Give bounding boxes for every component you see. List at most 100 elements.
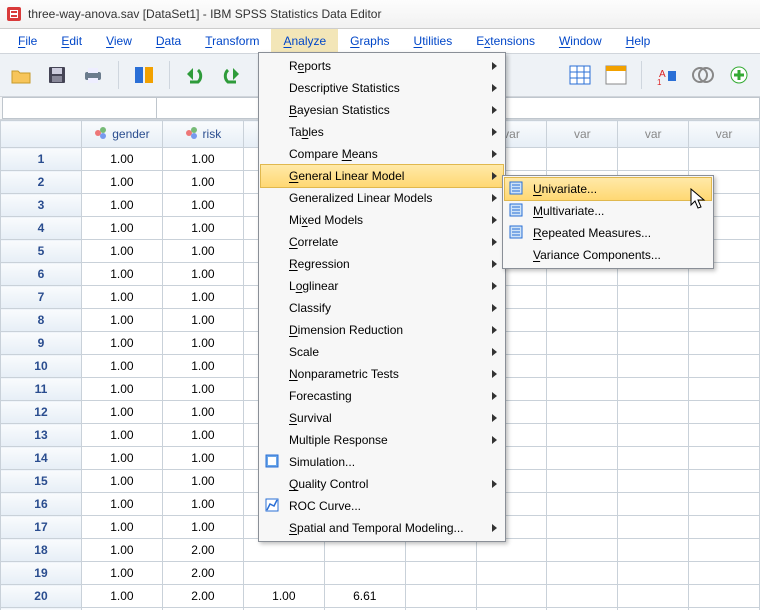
- cell-gender[interactable]: 1.00: [81, 355, 162, 378]
- print-icon[interactable]: [80, 62, 106, 88]
- cell-gender[interactable]: 1.00: [81, 148, 162, 171]
- menu-analyze[interactable]: Analyze: [271, 29, 338, 53]
- cell-empty[interactable]: [618, 562, 689, 585]
- cell-empty[interactable]: [689, 493, 760, 516]
- cell-empty[interactable]: [618, 493, 689, 516]
- cell-risk[interactable]: 1.00: [162, 194, 243, 217]
- cell-risk[interactable]: 1.00: [162, 240, 243, 263]
- row-header[interactable]: 1: [1, 148, 82, 171]
- data-grid-icon[interactable]: [567, 62, 593, 88]
- grid-corner[interactable]: [1, 121, 82, 148]
- cell-gender[interactable]: 1.00: [81, 424, 162, 447]
- cell-c4[interactable]: 6.61: [324, 585, 405, 608]
- add-icon[interactable]: [726, 62, 752, 88]
- row-header[interactable]: 5: [1, 240, 82, 263]
- cell-empty[interactable]: [618, 332, 689, 355]
- table-row[interactable]: 191.002.00: [1, 562, 760, 585]
- row-header[interactable]: 2: [1, 171, 82, 194]
- cell-risk[interactable]: 1.00: [162, 171, 243, 194]
- menu-item-tables[interactable]: Tables: [261, 121, 503, 143]
- cell-empty[interactable]: [547, 447, 618, 470]
- cell-gender[interactable]: 1.00: [81, 263, 162, 286]
- cell-empty[interactable]: [689, 470, 760, 493]
- menu-item-multiple-response[interactable]: Multiple Response: [261, 429, 503, 451]
- cell-empty[interactable]: [689, 516, 760, 539]
- row-header[interactable]: 17: [1, 516, 82, 539]
- row-header[interactable]: 13: [1, 424, 82, 447]
- cell-empty[interactable]: [689, 539, 760, 562]
- cell-empty[interactable]: [618, 539, 689, 562]
- row-header[interactable]: 8: [1, 309, 82, 332]
- cell-risk[interactable]: 1.00: [162, 286, 243, 309]
- menu-item-general-linear-model[interactable]: General Linear Model: [260, 164, 504, 188]
- cell-empty[interactable]: [689, 378, 760, 401]
- cell-gender[interactable]: 1.00: [81, 539, 162, 562]
- menu-item-regression[interactable]: Regression: [261, 253, 503, 275]
- submenu-item-variance-components[interactable]: Variance Components...: [505, 244, 711, 266]
- menu-transform[interactable]: Transform: [193, 29, 271, 53]
- cell-empty[interactable]: [689, 447, 760, 470]
- cell-empty[interactable]: [547, 355, 618, 378]
- row-header[interactable]: 10: [1, 355, 82, 378]
- cell-risk[interactable]: 2.00: [162, 585, 243, 608]
- submenu-item-repeated-measures[interactable]: Repeated Measures...: [505, 222, 711, 244]
- open-file-icon[interactable]: [8, 62, 34, 88]
- menu-window[interactable]: Window: [547, 29, 614, 53]
- row-header[interactable]: 12: [1, 401, 82, 424]
- cell-empty[interactable]: [405, 585, 476, 608]
- cell-empty[interactable]: [618, 286, 689, 309]
- cell-risk[interactable]: 1.00: [162, 447, 243, 470]
- cell-empty[interactable]: [476, 562, 547, 585]
- menu-view[interactable]: View: [94, 29, 144, 53]
- cell-gender[interactable]: 1.00: [81, 516, 162, 539]
- cell-risk[interactable]: 1.00: [162, 470, 243, 493]
- cell-gender[interactable]: 1.00: [81, 447, 162, 470]
- cell-empty[interactable]: [618, 148, 689, 171]
- cell-empty[interactable]: [618, 516, 689, 539]
- cell-gender[interactable]: 1.00: [81, 217, 162, 240]
- menu-item-loglinear[interactable]: Loglinear: [261, 275, 503, 297]
- row-header[interactable]: 6: [1, 263, 82, 286]
- cell-empty[interactable]: [618, 401, 689, 424]
- cell-empty[interactable]: [547, 332, 618, 355]
- cell-c4[interactable]: [324, 562, 405, 585]
- cell-empty[interactable]: [547, 562, 618, 585]
- cell-empty[interactable]: [547, 148, 618, 171]
- row-header[interactable]: 19: [1, 562, 82, 585]
- menu-item-dimension-reduction[interactable]: Dimension Reduction: [261, 319, 503, 341]
- cell-empty[interactable]: [618, 470, 689, 493]
- cell-risk[interactable]: 1.00: [162, 401, 243, 424]
- submenu-item-univariate[interactable]: Univariate...: [504, 177, 712, 201]
- cell-gender[interactable]: 1.00: [81, 493, 162, 516]
- row-header[interactable]: 16: [1, 493, 82, 516]
- cell-empty[interactable]: [689, 401, 760, 424]
- menu-item-forecasting[interactable]: Forecasting: [261, 385, 503, 407]
- row-header[interactable]: 4: [1, 217, 82, 240]
- cell-empty[interactable]: [689, 424, 760, 447]
- cell-empty[interactable]: [547, 286, 618, 309]
- cell-risk[interactable]: 1.00: [162, 332, 243, 355]
- row-header[interactable]: 7: [1, 286, 82, 309]
- submenu-item-multivariate[interactable]: Multivariate...: [505, 200, 711, 222]
- menu-item-scale[interactable]: Scale: [261, 341, 503, 363]
- cell-gender[interactable]: 1.00: [81, 309, 162, 332]
- cell-risk[interactable]: 1.00: [162, 217, 243, 240]
- row-header[interactable]: 20: [1, 585, 82, 608]
- menu-edit[interactable]: Edit: [49, 29, 94, 53]
- menu-item-roc-curve[interactable]: ROC Curve...: [261, 495, 503, 517]
- menu-item-generalized-linear-models[interactable]: Generalized Linear Models: [261, 187, 503, 209]
- cell-risk[interactable]: 2.00: [162, 562, 243, 585]
- cell-gender[interactable]: 1.00: [81, 171, 162, 194]
- menu-utilities[interactable]: Utilities: [402, 29, 465, 53]
- cell-gender[interactable]: 1.00: [81, 401, 162, 424]
- cell-empty[interactable]: [547, 378, 618, 401]
- cell-risk[interactable]: 1.00: [162, 355, 243, 378]
- menu-graphs[interactable]: Graphs: [338, 29, 401, 53]
- col-header-risk[interactable]: risk: [162, 121, 243, 148]
- cell-risk[interactable]: 1.00: [162, 516, 243, 539]
- row-header[interactable]: 3: [1, 194, 82, 217]
- cell-empty[interactable]: [547, 585, 618, 608]
- menu-extensions[interactable]: Extensions: [464, 29, 547, 53]
- cell-empty[interactable]: [618, 424, 689, 447]
- value-labels-icon[interactable]: [603, 62, 629, 88]
